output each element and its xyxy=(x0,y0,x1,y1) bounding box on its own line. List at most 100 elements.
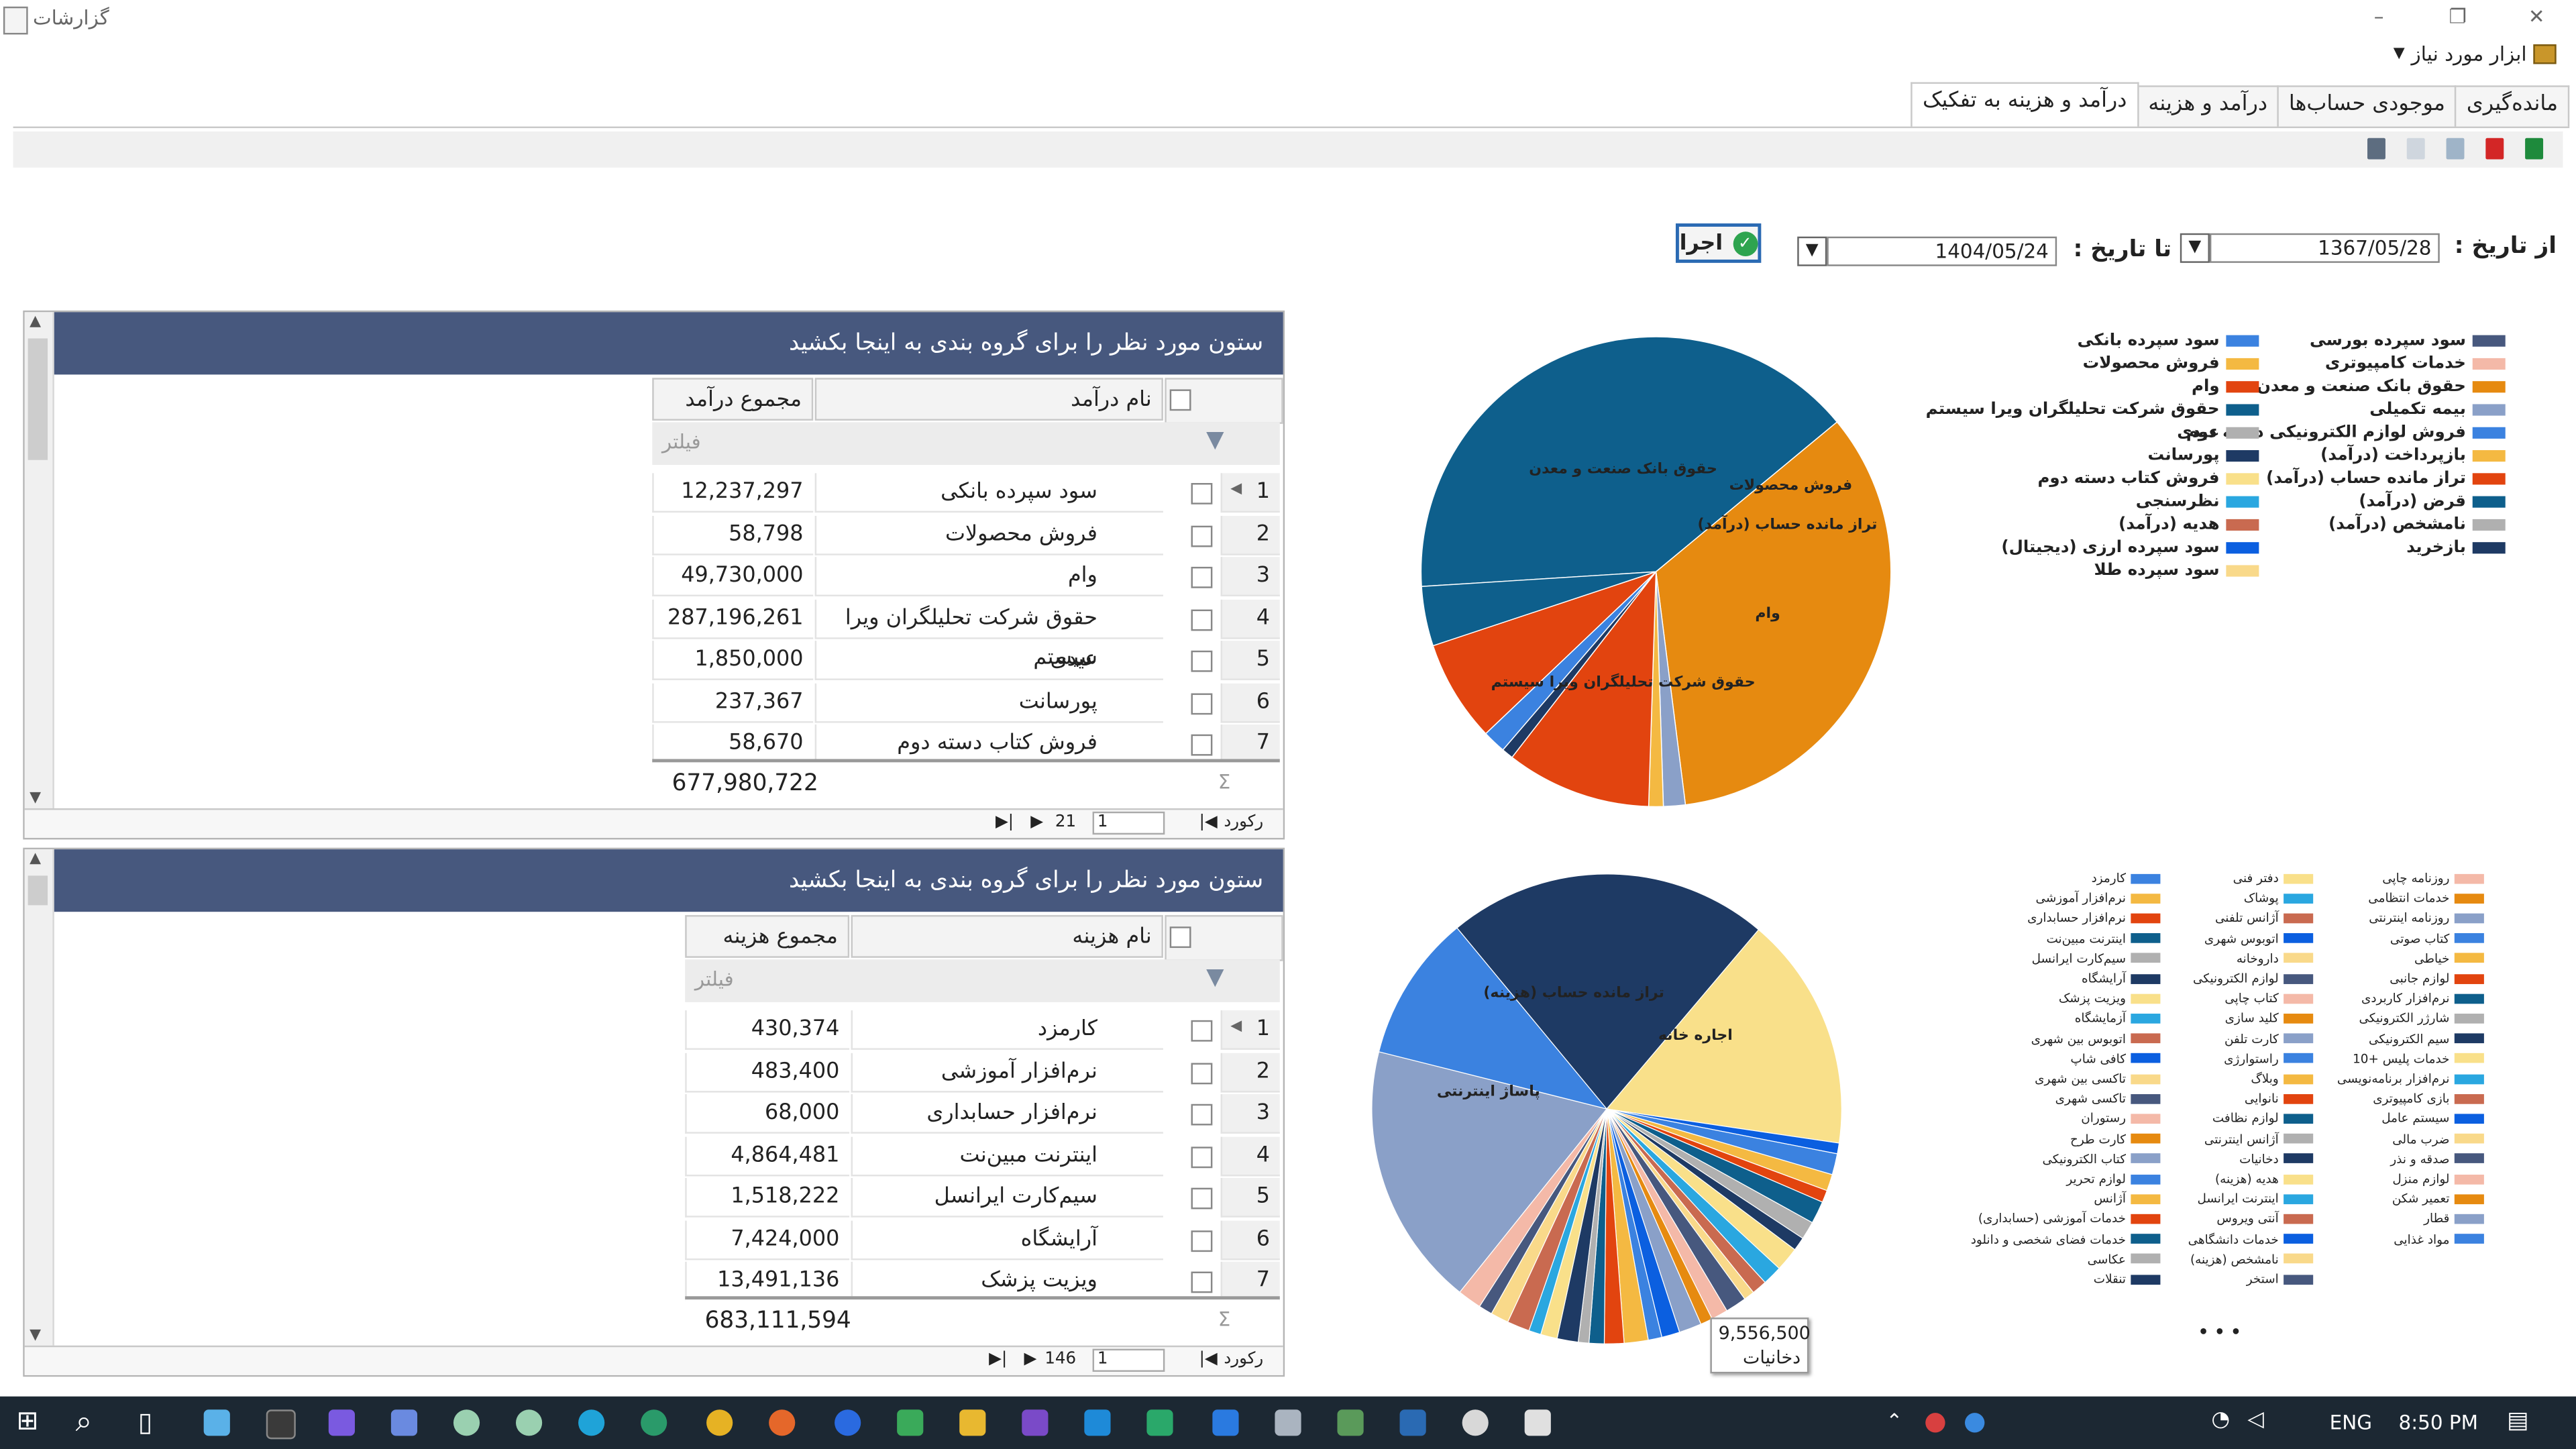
legend-item[interactable]: بازپرداخت (درآمد) xyxy=(2320,447,2506,465)
to-date-input[interactable]: 1404/05/24 xyxy=(1827,236,2057,266)
legend-item[interactable]: کارمزد xyxy=(2092,871,2161,885)
document-icon[interactable] xyxy=(2406,138,2425,160)
legend-item[interactable]: قرض (درآمد) xyxy=(2359,493,2506,511)
row-checkbox[interactable] xyxy=(1191,692,1213,714)
legend-item[interactable]: عیدی xyxy=(2177,424,2259,442)
first-record-icon[interactable]: |◀ xyxy=(1199,813,1218,831)
table-row[interactable]: 430,374 کارمزد 1 ◀ xyxy=(685,1010,1280,1051)
legend-item[interactable]: رستوران xyxy=(2081,1111,2161,1126)
legend-item[interactable]: اینترنت ایرانسل xyxy=(2197,1191,2314,1206)
legend-item[interactable]: ضرب مالی xyxy=(2392,1131,2484,1146)
table-row[interactable]: 1,850,000 عیدی 5 xyxy=(652,641,1280,682)
legend-item[interactable]: استخر xyxy=(2247,1272,2314,1287)
legend-item[interactable]: تاکسی شهری xyxy=(2055,1091,2161,1106)
legend-item[interactable]: لوازم تحریر xyxy=(2066,1171,2161,1186)
app-icon-4[interactable] xyxy=(515,1409,543,1436)
table-row[interactable]: 12,237,297 سود سپرده بانکی 1 ◀ xyxy=(652,473,1280,514)
legend-item[interactable]: ویزیت پزشک xyxy=(2059,991,2161,1006)
select-all-checkbox[interactable] xyxy=(1169,926,1191,949)
income-scrollbar[interactable]: ▲ ▼ xyxy=(24,312,54,808)
row-checkbox[interactable] xyxy=(1191,525,1213,547)
legend-item[interactable]: سود سپرده بورسی xyxy=(2310,332,2506,350)
legend-item[interactable]: پوشاک xyxy=(2244,891,2314,906)
edge-icon[interactable] xyxy=(578,1409,605,1436)
copilot-icon[interactable] xyxy=(203,1409,230,1436)
reports-app-icon[interactable] xyxy=(1524,1409,1551,1436)
filter-icon[interactable]: ▼ xyxy=(1206,427,1224,453)
legend-item[interactable]: خیاطی xyxy=(2414,951,2484,966)
save-icon[interactable] xyxy=(2367,138,2385,160)
legend-item[interactable]: کتاب چاپی xyxy=(2224,991,2314,1006)
row-checkbox[interactable] xyxy=(1191,650,1213,672)
legend-item[interactable]: لوازم نظافت xyxy=(2212,1111,2314,1126)
app-icon-10[interactable] xyxy=(1462,1409,1489,1436)
legend-item[interactable]: آزمایشگاه xyxy=(2075,1011,2161,1026)
legend-item[interactable]: دفتر فنی xyxy=(2233,871,2314,885)
app-icon-7[interactable] xyxy=(1275,1409,1301,1436)
legend-item[interactable]: آژانس xyxy=(2094,1191,2161,1206)
table-row[interactable]: 1,518,222 سیم‌کارت ایرانسل 5 xyxy=(685,1177,1280,1219)
group-by-panel[interactable]: ستون مورد نظر را برای گروه بندی به اینجا… xyxy=(54,312,1283,375)
legend-item[interactable]: خدمات کامپیوتری xyxy=(2325,355,2506,373)
scroll-up-icon[interactable]: ▲ xyxy=(30,851,41,867)
next-record-icon[interactable]: ▶ xyxy=(1024,1350,1036,1368)
app-icon-8[interactable] xyxy=(1337,1409,1364,1436)
legend-item[interactable]: عکاسی xyxy=(2088,1252,2161,1267)
row-checkbox[interactable] xyxy=(1191,1146,1213,1168)
filter-row[interactable]: فیلتر ▼ xyxy=(685,959,1280,1002)
current-record-input[interactable]: 1 xyxy=(1092,811,1165,835)
from-date-input[interactable]: 1367/05/28 xyxy=(2209,233,2440,263)
app-icon-3[interactable] xyxy=(453,1409,480,1436)
filter-icon[interactable]: ▼ xyxy=(1206,965,1224,991)
legend-item[interactable]: پورسانت xyxy=(2148,447,2259,465)
last-record-icon[interactable]: ▶| xyxy=(989,1350,1007,1368)
tray-icon-2[interactable] xyxy=(1965,1413,1985,1433)
table-row[interactable]: 4,864,481 اینترنت مبین‌نت 4 xyxy=(685,1136,1280,1177)
legend-item[interactable]: تراز مانده حساب (درآمد) xyxy=(2266,470,2506,488)
to-date-dropdown[interactable]: ▼ xyxy=(1797,236,1827,266)
filter-input[interactable]: فیلتر xyxy=(662,431,701,453)
legend-item[interactable]: کارت طرح xyxy=(2070,1131,2161,1146)
network-icon[interactable]: ◔ xyxy=(2211,1408,2230,1433)
scroll-up-icon[interactable]: ▲ xyxy=(30,314,41,330)
legend-item[interactable]: خدمات فضای شخصی و دانلود xyxy=(1971,1232,2161,1246)
notification-icon[interactable]: ▤ xyxy=(2507,1408,2528,1434)
legend-item[interactable]: فروش کتاب دسته دوم xyxy=(2037,470,2259,488)
excel-icon[interactable] xyxy=(2525,138,2544,160)
row-checkbox[interactable] xyxy=(1191,1104,1213,1126)
edge-dev-icon[interactable] xyxy=(641,1409,667,1436)
column-header-name[interactable]: نام هزینه xyxy=(851,915,1163,958)
row-checkbox[interactable] xyxy=(1191,1062,1213,1084)
legend-item[interactable]: خدمات انتظامی xyxy=(2368,891,2484,906)
row-checkbox[interactable] xyxy=(1191,1271,1213,1293)
tab-balance[interactable]: مانده‌گیری xyxy=(2455,85,2570,127)
row-checkbox[interactable] xyxy=(1191,1187,1213,1210)
legend-item[interactable]: روزنامه اینترنتی xyxy=(2369,911,2484,926)
legend-item[interactable]: مواد غذایی xyxy=(2394,1232,2484,1246)
legend-item[interactable]: سود سپرده طلا xyxy=(2094,562,2259,580)
first-record-icon[interactable]: |◀ xyxy=(1199,1350,1218,1368)
legend-item[interactable]: کارت تلفن xyxy=(2224,1031,2314,1046)
legend-item[interactable]: نامشخص (درآمد) xyxy=(2328,516,2506,534)
legend-item[interactable]: سود سپرده ارزی (دیجیتال) xyxy=(2001,539,2259,557)
select-all-checkbox[interactable] xyxy=(1169,389,1191,411)
legend-item[interactable]: تعمیر شکن xyxy=(2392,1191,2484,1206)
legend-item[interactable]: نانوایی xyxy=(2245,1091,2314,1106)
maximize-button[interactable]: ❐ xyxy=(2434,5,2481,31)
legend-item[interactable]: هدیه (هزینه) xyxy=(2215,1171,2314,1186)
vscode-insiders-icon[interactable] xyxy=(1146,1409,1173,1436)
tools-menu[interactable]: ▼ ابزار مورد نیاز xyxy=(2394,43,2557,66)
row-checkbox[interactable] xyxy=(1191,734,1213,756)
app-icon-9[interactable] xyxy=(1399,1409,1426,1436)
current-record-input[interactable]: 1 xyxy=(1092,1348,1165,1372)
legend-item[interactable]: تنقلات xyxy=(2094,1272,2161,1287)
select-all-header[interactable] xyxy=(1165,915,1283,961)
legend-item[interactable]: سیم الکترونیکی xyxy=(2369,1031,2484,1046)
scroll-down-icon[interactable]: ▼ xyxy=(30,1328,41,1344)
legend-item[interactable]: اتوبوس بین شهری xyxy=(2031,1031,2161,1046)
app-icon-2[interactable] xyxy=(390,1409,418,1436)
legend-item[interactable]: آژانس تلفنی xyxy=(2215,911,2314,926)
table-row[interactable]: 287,196,261 حقوق شرکت تحلیلگران ویرا سیست… xyxy=(652,598,1280,669)
legend-item[interactable]: قطار xyxy=(2424,1212,2484,1226)
column-header-total[interactable]: مجموع هزینه xyxy=(685,915,850,958)
